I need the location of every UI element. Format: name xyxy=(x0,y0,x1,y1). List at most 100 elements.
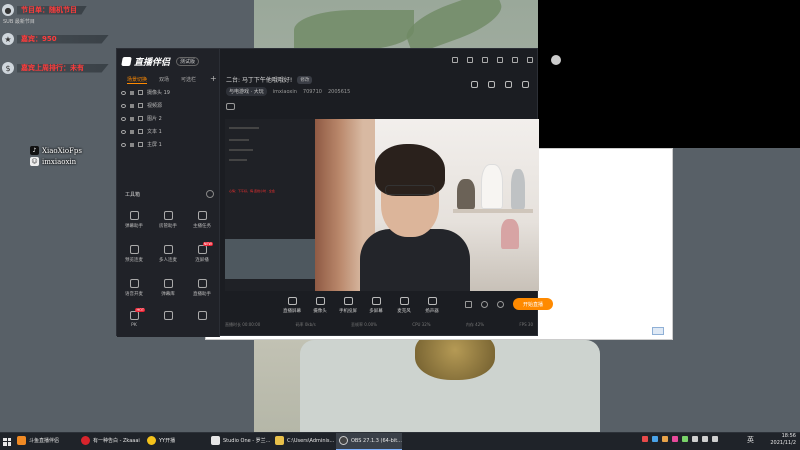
taskbar-item[interactable]: YY开播 xyxy=(144,433,208,450)
control-screen[interactable]: 直播屏幕 xyxy=(279,297,305,314)
avatar[interactable] xyxy=(551,55,561,65)
tray-app-icon[interactable] xyxy=(692,436,698,442)
control-mic[interactable]: 麦克风 xyxy=(391,297,417,314)
tool-item[interactable]: HOT PK xyxy=(119,308,149,328)
start-stream-button[interactable]: 开始直播 xyxy=(513,298,553,310)
settings-icon[interactable] xyxy=(482,57,488,63)
taskbar-item[interactable]: C:\Users\Adminis... xyxy=(272,433,336,450)
tool-icon xyxy=(163,311,173,320)
shirt-icon[interactable] xyxy=(467,57,473,63)
network-icon[interactable] xyxy=(702,436,708,442)
scene-item[interactable]: 文本 1 xyxy=(121,128,162,135)
clock[interactable]: 18:56 2021/11/2 xyxy=(770,433,796,447)
control-multi-screen[interactable]: 多屏幕 xyxy=(363,297,389,314)
mic-icon xyxy=(399,297,409,305)
minimize-icon[interactable] xyxy=(512,57,518,63)
scene-item[interactable]: 视频源 xyxy=(121,102,162,109)
eye-icon[interactable] xyxy=(121,116,126,121)
tool-item[interactable]: 弹幕助手 xyxy=(119,211,149,229)
control-camera[interactable]: 摄像头 xyxy=(307,297,333,314)
live-icon xyxy=(17,436,26,445)
eye-icon[interactable] xyxy=(121,103,126,108)
eye-icon[interactable] xyxy=(121,142,126,147)
lock-icon[interactable] xyxy=(130,129,134,134)
input-language[interactable]: 英 xyxy=(747,435,754,445)
edit-title-button[interactable]: 修改 xyxy=(297,75,313,84)
streaming-app-window: 直播伴侣 测试版 场景切换 双场 可选栏 + 摄像头 19 视频源 图片 2 文… xyxy=(116,48,561,337)
nested-overlay-text: 心情：下午好，嗨·连线小时 · 全会 xyxy=(229,189,275,193)
lock-icon[interactable] xyxy=(488,81,495,88)
folder-icon xyxy=(275,436,284,445)
close-icon[interactable] xyxy=(527,57,533,63)
lock-icon[interactable] xyxy=(130,103,134,108)
scene-item[interactable]: 图片 2 xyxy=(121,115,162,122)
tool-item[interactable]: NEW 连屏播 xyxy=(187,242,217,263)
tool-item[interactable] xyxy=(187,311,217,323)
taskbar-item[interactable]: Studio One - 罗兰... xyxy=(208,433,272,450)
clock-time: 18:56 xyxy=(781,433,796,439)
eye-icon[interactable] xyxy=(121,129,126,134)
room-id: 709710 xyxy=(302,88,322,95)
start-button[interactable] xyxy=(0,433,14,450)
taskbar-item[interactable]: 有一种告白 - Zkaaai xyxy=(78,433,144,450)
message-icon[interactable] xyxy=(452,57,458,63)
room-user: imxiaoxin xyxy=(272,88,297,95)
tab-optional[interactable]: 可选栏 xyxy=(181,76,196,84)
control-phone[interactable]: 手机投屏 xyxy=(335,297,361,314)
fan xyxy=(511,169,525,209)
image-icon xyxy=(138,116,143,121)
tray-app-icon[interactable] xyxy=(662,436,668,442)
tools-title: 工具箱 xyxy=(125,192,141,198)
tray-app-icon[interactable] xyxy=(642,436,648,442)
hot-badge: HOT xyxy=(135,308,145,312)
version-badge[interactable]: 测试版 xyxy=(176,57,200,66)
bell-icon[interactable] xyxy=(522,81,529,88)
tool-item[interactable]: 房管助手 xyxy=(153,211,183,229)
tray-app-icon[interactable] xyxy=(652,436,658,442)
eye-icon[interactable] xyxy=(121,90,126,95)
tab-scenes[interactable]: 场景切换 xyxy=(127,76,148,84)
viewer-count: 2005615 xyxy=(327,88,351,95)
tray-app-icon[interactable] xyxy=(682,436,688,442)
tool-item[interactable]: 预览连麦 xyxy=(119,245,149,263)
nested-app: 心情：下午好，嗨·连线小时 · 全会 xyxy=(225,119,315,239)
category-selector[interactable]: 与电游戏 · 大玩 xyxy=(226,87,267,96)
tool-item[interactable] xyxy=(153,311,183,323)
app-logo: 直播伴侣 测试版 xyxy=(121,55,200,68)
tool-item[interactable]: 弹幕库 xyxy=(153,279,183,297)
window-corner-button[interactable] xyxy=(652,327,664,335)
tool-item[interactable]: 多人连麦 xyxy=(153,245,183,263)
social-handle: ♪ XiaoXioFps xyxy=(30,146,82,155)
add-scene-button[interactable]: + xyxy=(210,74,217,83)
menu-icon[interactable] xyxy=(497,57,503,63)
gift-icon[interactable] xyxy=(471,81,478,88)
room-title: 二台: 马丁下午他哦哦好! 修改 xyxy=(226,75,313,84)
scene-item[interactable]: 主屏 1 xyxy=(121,141,162,148)
taskbar-item[interactable]: 斗鱼直播伴侣 xyxy=(14,433,78,450)
scene-item[interactable]: 摄像头 19 xyxy=(121,89,170,96)
tray-app-icon[interactable] xyxy=(672,436,678,442)
gear-icon[interactable] xyxy=(497,301,504,308)
control-speaker[interactable]: 扬声器 xyxy=(419,297,445,314)
lock-icon[interactable] xyxy=(130,90,134,95)
tab-dual[interactable]: 双场 xyxy=(159,76,169,84)
layout-icon[interactable] xyxy=(226,103,235,110)
tool-item[interactable]: 语音开麦 xyxy=(119,279,149,297)
lock-icon[interactable] xyxy=(130,116,134,121)
windows-icon xyxy=(3,437,11,446)
window-controls xyxy=(452,57,533,63)
tool-item[interactable]: 主播任务 xyxy=(187,211,217,229)
tool-item[interactable]: 直播助手 xyxy=(187,279,217,297)
tool-icon xyxy=(129,311,139,320)
clock-icon[interactable] xyxy=(481,301,488,308)
taskbar-item[interactable]: OBS 27.1.3 (64-bit... xyxy=(336,432,402,450)
screen-icon[interactable] xyxy=(505,81,512,88)
studio-icon xyxy=(211,436,220,445)
stream-preview[interactable]: 心情：下午好，嗨·连线小时 · 全会 xyxy=(225,119,539,291)
volume-icon[interactable] xyxy=(712,436,718,442)
lock-icon[interactable] xyxy=(130,142,134,147)
record-icon[interactable] xyxy=(465,301,472,308)
shelf xyxy=(453,209,533,213)
plant-leaf xyxy=(294,10,414,50)
collapse-tools-icon[interactable] xyxy=(206,190,214,198)
